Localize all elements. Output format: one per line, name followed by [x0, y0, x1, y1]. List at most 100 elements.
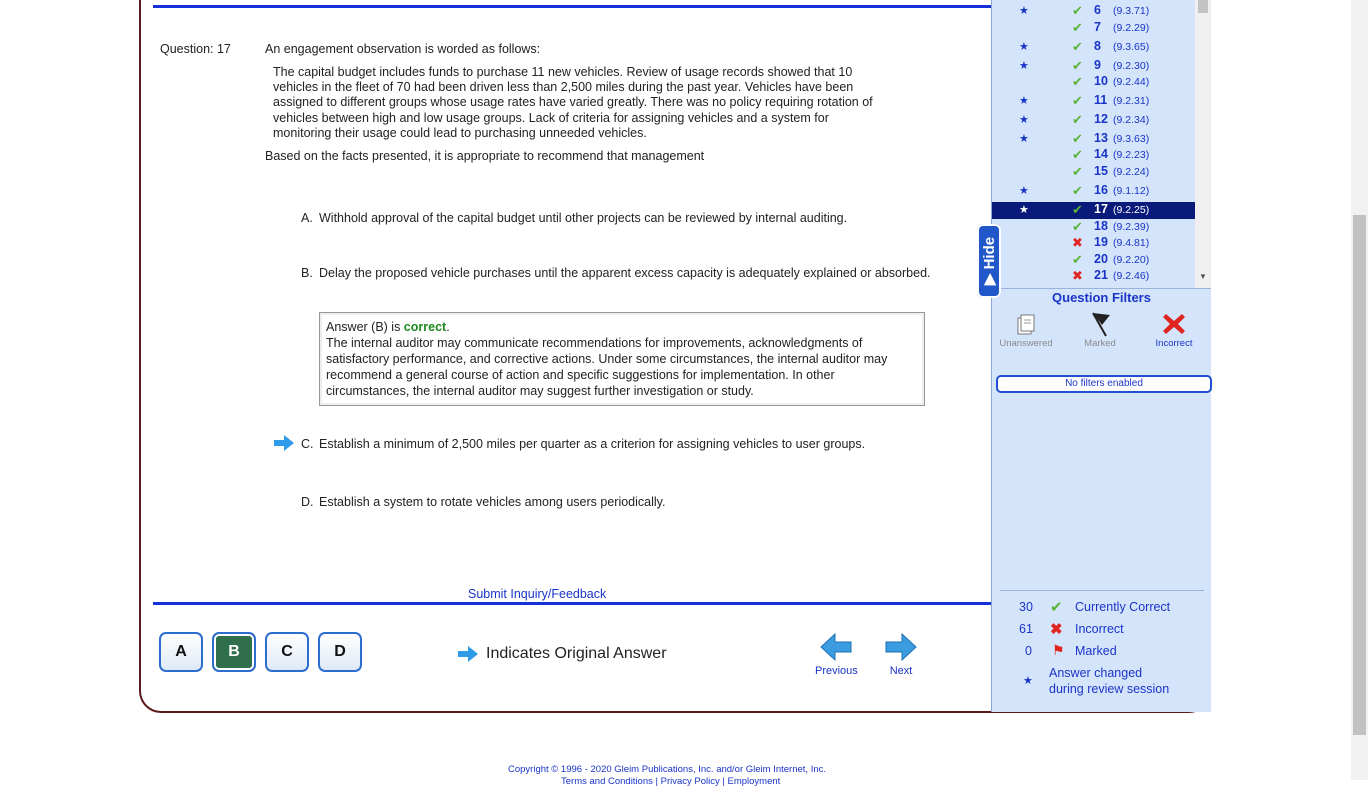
question-list-number: 15 [1094, 164, 1108, 178]
question-list-item[interactable]: ✖ 21 (9.2.46) [992, 268, 1195, 285]
choice-text: Establish a system to rotate vehicles am… [319, 495, 666, 509]
question-list-item[interactable]: ✔ 7 (9.2.29) [992, 20, 1195, 37]
incorrect-x-icon [1163, 314, 1185, 334]
check-icon: ✔ [1072, 112, 1083, 127]
correct-count: 30 [1019, 600, 1033, 614]
answer-button-b[interactable]: B [212, 632, 256, 672]
question-list-item[interactable]: ★ ✔ 13 (9.3.63) [992, 131, 1195, 148]
question-list-ref: (9.2.29) [1113, 22, 1150, 34]
question-list-number: 19 [1094, 235, 1108, 249]
question-list-number: 10 [1094, 74, 1108, 88]
question-list: ★ ✔ 6 (9.3.71) ✔ 7 (9.2.29) ★ ✔ 8 (9.3.65) ★ ✔ 9 (9.2.… [992, 0, 1195, 288]
choice-c[interactable]: C. Establish a minimum of 2,500 miles per… [301, 436, 921, 452]
explanation-suffix: . [446, 320, 450, 334]
choice-b[interactable]: B. Delay the proposed vehicle purchases u… [301, 265, 939, 281]
submit-feedback-link[interactable]: Submit Inquiry/Feedback [468, 587, 606, 601]
question-list-item[interactable]: ★ ✔ 6 (9.3.71) [992, 3, 1195, 20]
incorrect-label: Incorrect [1075, 622, 1124, 636]
explanation-verdict: correct [403, 320, 447, 334]
choice-text: Delay the proposed vehicle purchases unt… [319, 266, 931, 280]
question-list-item[interactable]: ★ ✔ 11 (9.2.31) [992, 93, 1195, 110]
answer-button-a[interactable]: A [159, 632, 203, 672]
answer-button-d[interactable]: D [318, 632, 362, 672]
check-icon: ✔ [1072, 74, 1083, 89]
question-list-ref: (9.2.46) [1113, 270, 1150, 282]
flag-icon: ⚑ [1052, 642, 1065, 658]
question-list-item[interactable]: ✔ 10 (9.2.44) [992, 74, 1195, 91]
check-icon: ✔ [1072, 93, 1083, 108]
question-list-scrollbar[interactable]: ▼ [1195, 0, 1211, 288]
unanswered-icon [1017, 314, 1035, 335]
filter-label: Marked [1084, 338, 1116, 349]
question-list-number: 11 [1094, 93, 1108, 107]
question-list-item[interactable]: ★ ✔ 12 (9.2.34) [992, 112, 1195, 129]
check-icon: ✔ [1072, 20, 1083, 35]
question-list-item[interactable]: ★ ✔ 17 (9.2.25) [992, 202, 1195, 219]
question-list-item[interactable]: ✖ 19 (9.4.81) [992, 235, 1195, 252]
question-number: Question: 17 [160, 42, 231, 56]
check-icon: ✔ [1072, 131, 1083, 146]
scrollbar-thumb[interactable] [1198, 0, 1208, 13]
question-list-number: 16 [1094, 183, 1108, 197]
footer-links[interactable]: Terms and Conditions | Privacy Policy | … [561, 776, 780, 787]
question-list-number: 18 [1094, 219, 1108, 233]
question-stem: Based on the facts presented, it is appr… [265, 149, 705, 163]
question-list-item[interactable]: ★ ✔ 16 (9.1.12) [992, 183, 1195, 200]
top-divider [153, 5, 991, 8]
changed-label-1: Answer changed [1049, 666, 1143, 680]
choice-letter: D. [301, 495, 314, 509]
question-list-ref: (9.2.24) [1113, 166, 1150, 178]
question-list-number: 8 [1094, 39, 1101, 53]
explanation-prefix: Answer (B) is [326, 320, 404, 334]
choice-letter: A. [301, 211, 313, 225]
page-scrollbar[interactable] [1351, 0, 1368, 780]
question-list-ref: (9.2.31) [1113, 95, 1150, 107]
question-list-ref: (9.2.20) [1113, 254, 1150, 266]
incorrect-count: 61 [1019, 622, 1033, 636]
filter-incorrect[interactable]: Incorrect [1142, 310, 1206, 349]
question-list-ref: (9.3.71) [1113, 5, 1150, 17]
check-icon: ✔ [1050, 599, 1063, 616]
question-list-ref: (9.3.65) [1113, 41, 1150, 53]
question-list-item[interactable]: ✔ 14 (9.2.23) [992, 147, 1195, 164]
question-intro: An engagement observation is worded as f… [265, 42, 541, 56]
star-icon: ★ [1019, 133, 1029, 145]
question-list-item[interactable]: ✔ 18 (9.2.39) [992, 219, 1195, 236]
check-icon: ✔ [1072, 252, 1083, 267]
question-list-number: 21 [1094, 268, 1108, 282]
question-list-number: 6 [1094, 3, 1101, 17]
question-list-ref: (9.3.63) [1113, 133, 1150, 145]
question-list-item[interactable]: ✔ 20 (9.2.20) [992, 252, 1195, 269]
question-list-item[interactable]: ★ ✔ 8 (9.3.65) [992, 39, 1195, 56]
choice-text: Establish a minimum of 2,500 miles per q… [319, 437, 866, 451]
choice-letter: B. [301, 266, 313, 280]
original-answer-legend: Indicates Original Answer [456, 644, 667, 664]
check-icon: ✔ [1072, 147, 1083, 162]
legend-text: Indicates Original Answer [486, 645, 667, 662]
choice-a[interactable]: A. Withhold approval of the capital budge… [301, 210, 901, 226]
question-list-item[interactable]: ✔ 15 (9.2.24) [992, 164, 1195, 181]
question-list-number: 17 [1094, 202, 1108, 216]
filter-status: No filters enabled [996, 375, 1212, 393]
filter-label: Unanswered [999, 338, 1053, 349]
marked-label: Marked [1075, 644, 1117, 658]
star-icon: ★ [1019, 60, 1029, 72]
page-scrollbar-thumb[interactable] [1353, 215, 1366, 735]
question-list-number: 9 [1094, 58, 1101, 72]
scroll-down-icon[interactable]: ▼ [1199, 272, 1207, 281]
explanation-body: The internal auditor may communicate rec… [326, 336, 888, 398]
changed-label-2: during review session [1049, 682, 1170, 696]
filter-unanswered[interactable]: Unanswered [994, 310, 1058, 349]
next-button[interactable]: Next [884, 632, 918, 677]
answer-button-c[interactable]: C [265, 632, 309, 672]
hide-sidebar-button[interactable]: ▶ Hide [977, 224, 1001, 298]
previous-button[interactable]: Previous [815, 632, 858, 677]
choice-d[interactable]: D. Establish a system to rotate vehicles … [301, 494, 901, 510]
question-list-item[interactable]: ★ ✔ 9 (9.2.30) [992, 58, 1195, 75]
question-list-ref: (9.2.30) [1113, 60, 1150, 72]
question-list-ref: (9.2.23) [1113, 149, 1150, 161]
star-icon: ★ [1019, 204, 1029, 216]
filter-marked[interactable]: Marked [1068, 310, 1132, 349]
check-icon: ✔ [1072, 58, 1083, 73]
choice-letter: C. [301, 437, 314, 451]
